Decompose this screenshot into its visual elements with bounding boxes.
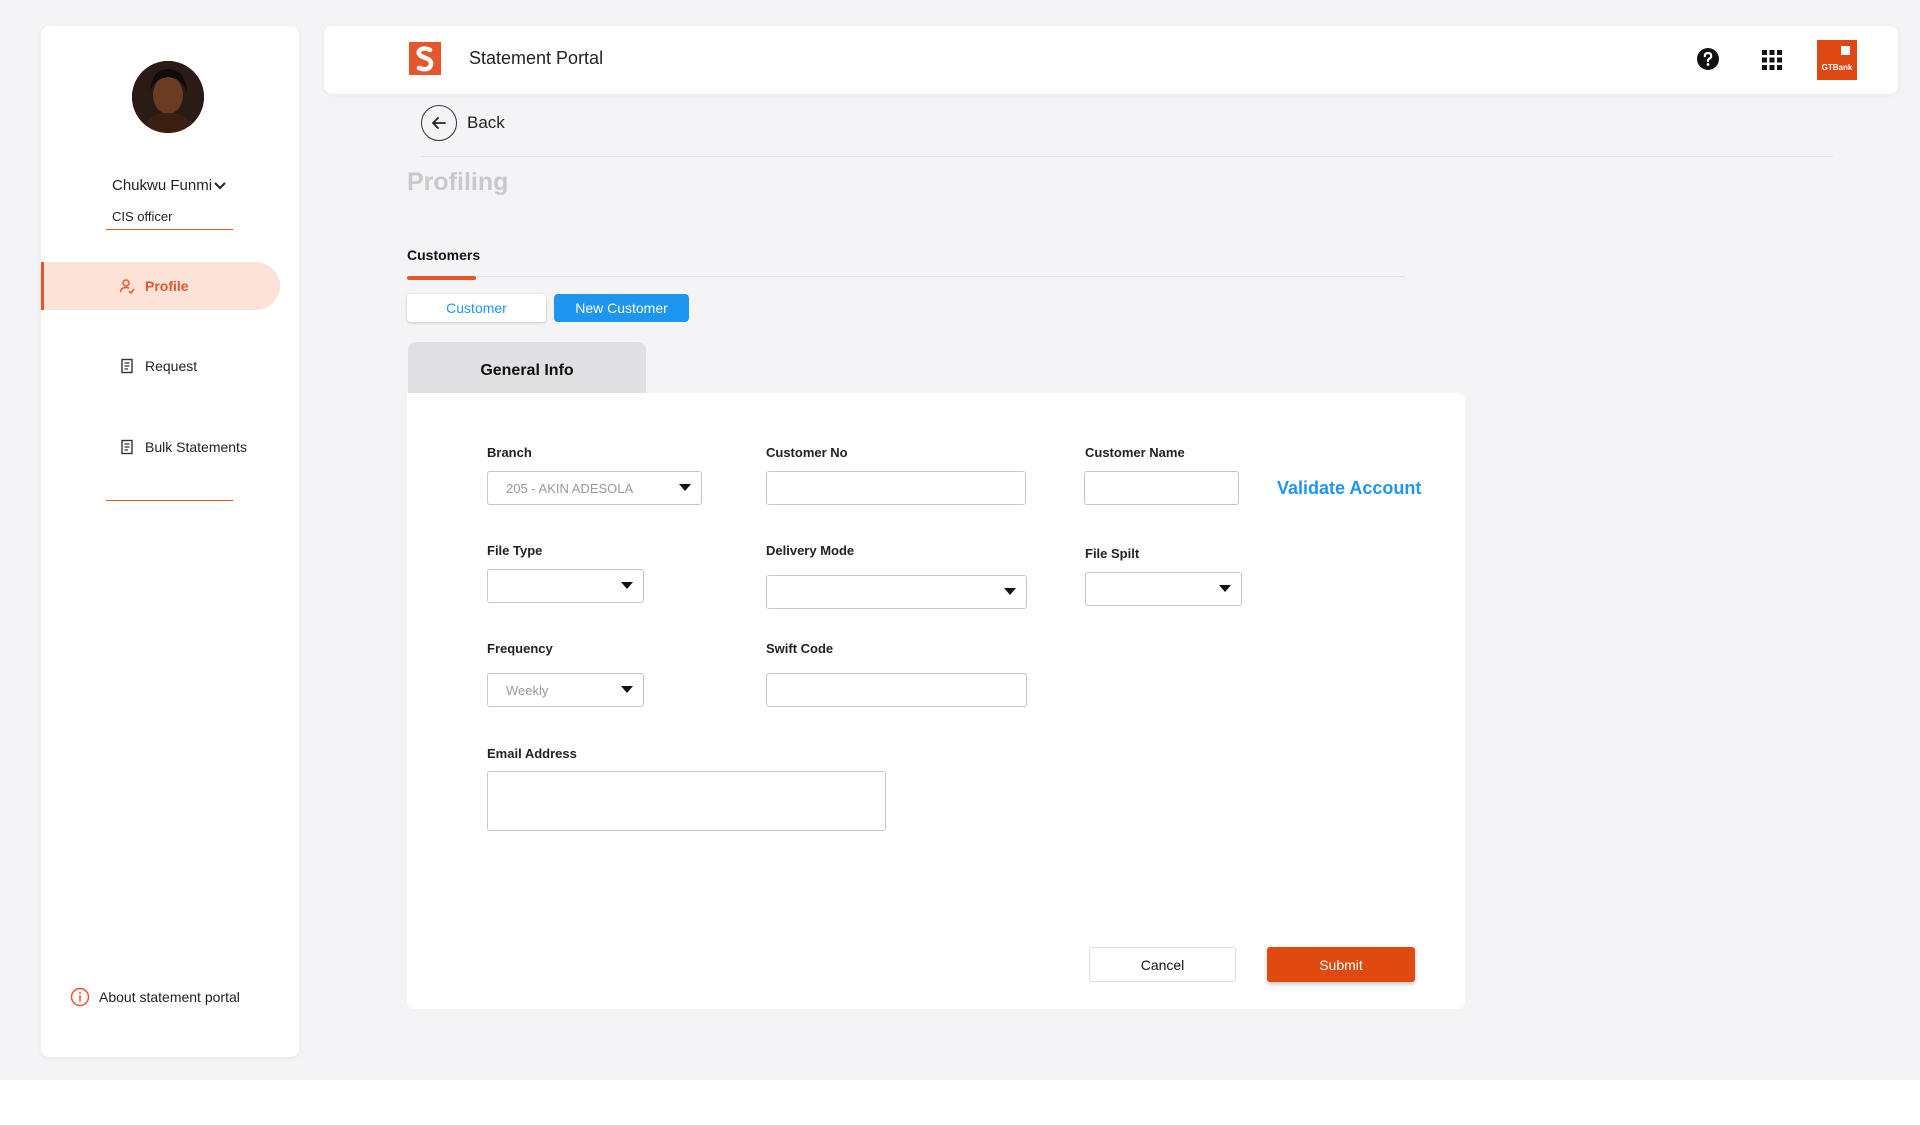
sidebar-item-label: Profile <box>145 278 189 294</box>
delivery-mode-label: Delivery Mode <box>766 543 855 558</box>
email-input[interactable] <box>487 771 886 831</box>
apps-grid-icon[interactable] <box>1761 49 1783 71</box>
info-icon <box>70 987 90 1007</box>
about-link[interactable]: About statement portal <box>70 987 240 1007</box>
customer-name-label: Customer Name <box>1085 445 1185 460</box>
branch-label: Branch <box>487 445 532 460</box>
about-label: About statement portal <box>99 989 240 1005</box>
brand-logo-text: GTBank <box>1821 63 1853 72</box>
branch-value: 205 - AKIN ADESOLA <box>506 480 634 496</box>
app-logo[interactable] <box>409 42 441 75</box>
top-header: Statement Portal GTBank <box>324 26 1898 94</box>
sidebar-item-bulk-statements[interactable]: Bulk Statements <box>41 423 280 471</box>
document-icon <box>121 358 133 374</box>
submit-button[interactable]: Submit <box>1267 947 1415 982</box>
frequency-value: Weekly <box>506 682 549 698</box>
sidebar-divider <box>106 500 233 501</box>
chevron-down-icon[interactable] <box>212 178 228 194</box>
arrow-left-icon <box>432 117 446 129</box>
help-icon[interactable] <box>1696 47 1720 71</box>
user-icon <box>119 279 135 294</box>
swift-code-input[interactable] <box>766 673 1027 707</box>
caret-down-icon <box>1219 585 1231 592</box>
customer-no-label: Customer No <box>766 445 848 460</box>
tab-customers[interactable]: Customers <box>407 247 480 263</box>
tab-active-indicator <box>407 276 476 280</box>
document-icon <box>121 439 133 455</box>
frequency-label: Frequency <box>487 641 553 656</box>
user-name[interactable]: Chukwu Funmi <box>112 177 212 194</box>
segment-customer[interactable]: Customer <box>407 294 546 322</box>
file-split-label: File Spilt <box>1085 546 1140 561</box>
s-logo-icon <box>416 46 434 72</box>
sidebar-item-label: Bulk Statements <box>145 439 247 455</box>
section-tab-general-info[interactable]: General Info <box>408 342 646 394</box>
sidebar-divider <box>106 229 233 230</box>
sidebar-item-label: Request <box>145 358 198 374</box>
segment-new-customer[interactable]: New Customer <box>554 294 689 322</box>
divider <box>421 156 1833 157</box>
sidebar: Chukwu Funmi CIS officer Profile Request… <box>41 26 299 1057</box>
app-title: Statement Portal <box>469 48 604 68</box>
file-split-select[interactable] <box>1085 572 1242 606</box>
avatar[interactable] <box>132 61 204 133</box>
back-button[interactable] <box>421 105 457 141</box>
sidebar-item-request[interactable]: Request <box>41 342 280 390</box>
page-title: Profiling <box>407 168 509 196</box>
tab-divider <box>407 276 1405 277</box>
caret-down-icon <box>1004 588 1016 595</box>
caret-down-icon <box>679 484 691 491</box>
delivery-mode-select[interactable] <box>766 575 1027 609</box>
file-type-label: File Type <box>487 543 543 558</box>
frequency-select[interactable]: Weekly <box>487 673 644 707</box>
customer-name-input[interactable] <box>1084 471 1239 505</box>
caret-down-icon <box>621 686 633 693</box>
cancel-button[interactable]: Cancel <box>1089 947 1236 982</box>
sidebar-item-profile[interactable]: Profile <box>41 262 280 310</box>
caret-down-icon <box>621 582 633 589</box>
validate-account-link[interactable]: Validate Account <box>1277 478 1421 499</box>
branch-select[interactable]: 205 - AKIN ADESOLA <box>487 471 702 505</box>
customer-no-input[interactable] <box>766 471 1026 505</box>
swift-code-label: Swift Code <box>766 641 834 656</box>
file-type-select[interactable] <box>487 569 644 603</box>
user-role: CIS officer <box>112 209 173 224</box>
brand-logo[interactable]: GTBank <box>1817 40 1857 80</box>
back-label[interactable]: Back <box>467 113 505 133</box>
email-label: Email Address <box>487 746 577 761</box>
